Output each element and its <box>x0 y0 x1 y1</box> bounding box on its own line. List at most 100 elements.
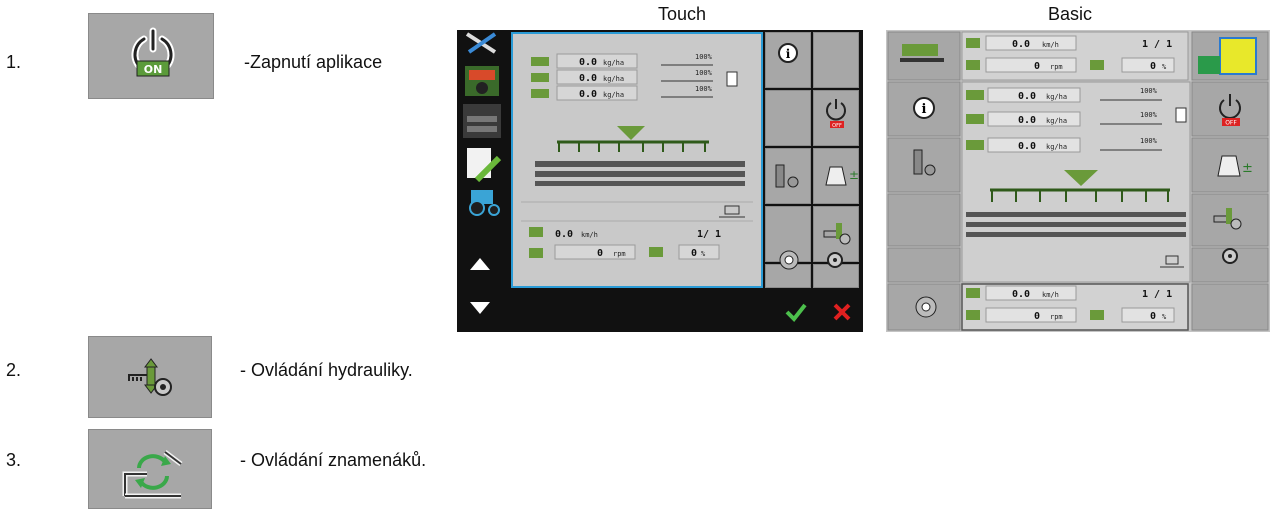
counter-value: 1 / 1 <box>1142 289 1172 300</box>
step-3-text: - Ovládání znamenáků. <box>240 450 427 470</box>
counter-value: 1 / 1 <box>1142 39 1172 50</box>
touch-caption: Touch <box>657 4 707 24</box>
rpm-value: 0 <box>597 248 603 259</box>
svg-text:±: ± <box>1242 161 1253 176</box>
rate-row: 0.0 kg/ha 100% <box>531 85 713 101</box>
tools-icon[interactable] <box>465 32 497 54</box>
off-label: OFF <box>1225 120 1237 127</box>
sensor-icon <box>1090 60 1104 70</box>
percent-value: 0 <box>691 248 697 259</box>
empty-button[interactable] <box>813 32 859 88</box>
speed-value: 0.0 <box>1012 289 1030 300</box>
field-map-button[interactable] <box>1191 31 1269 81</box>
empty-button[interactable] <box>1191 283 1269 331</box>
hydraulics-icon <box>128 358 172 396</box>
markers-icon <box>122 450 183 499</box>
report-edit-icon[interactable] <box>467 148 502 183</box>
seeder-icon[interactable] <box>463 104 501 138</box>
power-off-button[interactable]: OFF <box>813 90 859 146</box>
machine-overview-button[interactable] <box>887 31 961 81</box>
tractor-icon[interactable] <box>469 190 500 216</box>
empty-button[interactable] <box>887 247 961 283</box>
svg-text:±: ± <box>849 168 858 182</box>
confirm-icon[interactable] <box>783 300 809 324</box>
info-button[interactable]: i <box>887 81 961 137</box>
touch-main-display: 0.0 kg/ha 100% 0.0 kg/ha 100% 0.0 kg/ha … <box>511 32 763 288</box>
rate-value: 0.0 <box>1018 115 1036 126</box>
seeder-graphic <box>535 126 745 186</box>
off-label: OFF <box>832 123 842 129</box>
basic-caption: Basic <box>1047 4 1092 24</box>
speedometer-icon <box>966 288 980 298</box>
sensor-icon <box>649 247 663 257</box>
rpm-icon <box>966 60 980 70</box>
gear-icon <box>827 252 843 268</box>
step-2-text: - Ovládání hydrauliky. <box>240 360 413 380</box>
power-on-button[interactable]: ON <box>88 13 214 99</box>
tramline-button[interactable] <box>887 283 961 331</box>
rate-unit: kg/ha <box>1046 117 1067 125</box>
settings-button[interactable] <box>1191 247 1269 283</box>
rpm-value: 0 <box>1034 311 1040 322</box>
scroll-up-icon[interactable] <box>470 258 490 270</box>
rpm-unit: rpm <box>613 250 626 258</box>
rpm-unit: rpm <box>1050 63 1063 71</box>
rate-bar-pct: 100% <box>1140 87 1158 95</box>
info-icon: i <box>922 102 927 117</box>
tramline-button[interactable] <box>765 230 811 288</box>
percent-value: 0 <box>1150 311 1156 322</box>
power-off-icon: OFF <box>826 99 846 129</box>
tyre-settings-button[interactable] <box>887 137 961 193</box>
tank-indicator <box>726 71 738 87</box>
empty-button[interactable] <box>887 193 961 247</box>
speed-unit: km/h <box>1042 291 1059 299</box>
rate-bar-pct: 100% <box>695 53 713 61</box>
percent-value: 0 <box>1150 61 1156 72</box>
touch-sidebar <box>457 30 507 290</box>
seed-calibration-button[interactable]: ± <box>813 148 859 204</box>
rate-row: 0.0 kg/ha 100% <box>531 53 713 69</box>
speed-unit: km/h <box>581 231 598 239</box>
hydraulics-button[interactable] <box>88 336 212 418</box>
on-badge: ON <box>144 63 163 76</box>
seed-calibration-button[interactable]: ± <box>1191 137 1269 193</box>
step-1-text: -Zapnutí aplikace <box>244 52 383 72</box>
speed-unit: km/h <box>1042 41 1059 49</box>
tyre-settings-icon <box>775 164 799 188</box>
settings-button[interactable] <box>813 230 859 288</box>
speed-value: 0.0 <box>555 229 573 240</box>
lift-icon <box>719 205 745 218</box>
rate-value: 0.0 <box>1018 91 1036 102</box>
rate-unit: kg/ha <box>1046 143 1067 151</box>
rpm-unit: rpm <box>1050 313 1063 321</box>
power-off-button[interactable]: OFF <box>1191 81 1269 137</box>
markers-button[interactable] <box>88 429 212 509</box>
rpm-value: 0 <box>1034 61 1040 72</box>
rate-row: 0.0 kg/ha 100% <box>531 69 713 85</box>
info-icon: i <box>786 47 791 61</box>
counter-value: 1/ 1 <box>697 229 721 240</box>
seed-bag-icon: ± <box>825 166 859 186</box>
machine-icon[interactable] <box>465 66 499 96</box>
step-1-number: 1. <box>6 52 22 72</box>
speedometer-icon <box>966 38 980 48</box>
rpm-icon <box>966 310 980 320</box>
rate-value: 0.0 <box>579 73 597 84</box>
rate-bar-pct: 100% <box>1140 111 1158 119</box>
touch-screen: 0.0 kg/ha 100% 0.0 kg/ha 100% 0.0 kg/ha … <box>457 30 863 332</box>
rate-bar-pct: 100% <box>695 69 713 77</box>
scroll-down-icon[interactable] <box>457 292 507 332</box>
rate-bar-pct: 100% <box>695 85 713 93</box>
rate-value: 0.0 <box>579 89 597 100</box>
info-button[interactable]: i <box>765 32 811 88</box>
rate-value: 0.0 <box>579 57 597 68</box>
step-3-number: 3. <box>6 450 22 470</box>
rate-unit: kg/ha <box>603 91 624 99</box>
tyre-settings-button[interactable] <box>765 148 811 204</box>
power-on-icon: ON <box>131 27 175 77</box>
cancel-icon[interactable] <box>829 300 855 324</box>
hydraulics-button[interactable] <box>1191 193 1269 247</box>
rate-unit: kg/ha <box>1046 93 1067 101</box>
step-2-number: 2. <box>6 360 22 380</box>
empty-button[interactable] <box>765 90 811 146</box>
